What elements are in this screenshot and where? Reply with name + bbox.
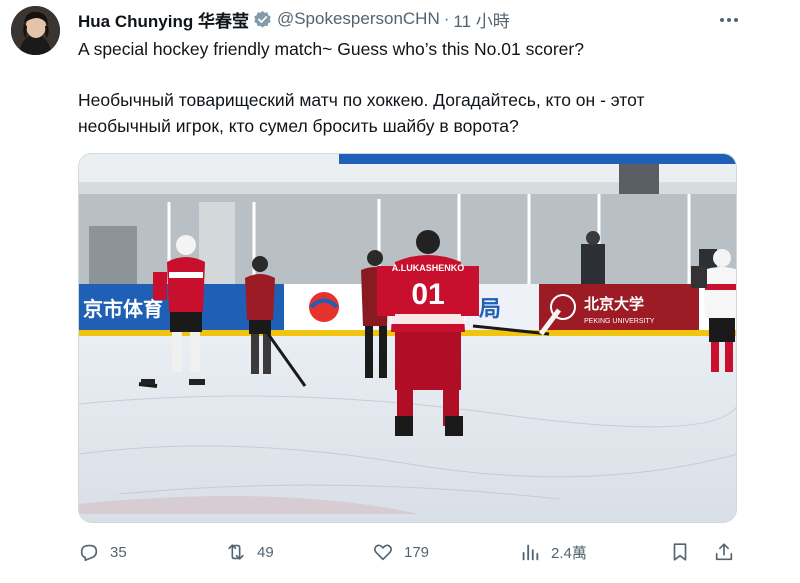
board-sign-right: 局: [479, 296, 501, 321]
like-count: 179: [404, 543, 430, 561]
tweet-text-russian-line2: необычный игрок, кто сумел бросить шайбу…: [78, 116, 519, 136]
tweet-text-russian-line1: Необычный товарищеский матч по хоккею. Д…: [78, 90, 645, 110]
tweet-text-english: A special hockey friendly match~ Guess w…: [78, 39, 584, 59]
views-button[interactable]: 2.4萬: [519, 538, 587, 566]
heart-icon: [374, 544, 392, 561]
repost-count: 49: [257, 543, 274, 561]
tweet-header: Hua Chunying 华春莹 @SpokespersonCHN · 11 小…: [78, 7, 510, 31]
author-name[interactable]: Hua Chunying 华春莹: [78, 7, 249, 32]
share-icon: [715, 543, 733, 561]
repost-icon: [228, 544, 244, 560]
reply-count: 35: [110, 543, 127, 561]
verified-badge-icon: [254, 10, 271, 28]
more-options-icon[interactable]: [718, 10, 740, 30]
board-university-cn: 北京大学: [584, 295, 644, 313]
jersey-number: 01: [411, 278, 444, 311]
author-handle[interactable]: @SpokespersonCHN: [277, 9, 440, 29]
repost-button[interactable]: 49: [225, 538, 274, 566]
bookmark-button[interactable]: [669, 538, 691, 566]
like-button[interactable]: 179: [372, 538, 429, 566]
share-button[interactable]: [713, 538, 735, 566]
tweet-time[interactable]: 11 小時: [453, 7, 509, 32]
views-count: 2.4萬: [551, 544, 587, 562]
board-sign-left: 京市体育: [83, 297, 163, 321]
reply-icon: [80, 544, 98, 562]
jersey-name: A.LUKASHENKO: [392, 263, 465, 273]
reply-button[interactable]: 35: [78, 538, 127, 566]
tweet-card[interactable]: Hua Chunying 华春莹 @SpokespersonCHN · 11 小…: [0, 0, 800, 583]
separator-dot: ·: [443, 9, 450, 28]
bookmark-icon: [673, 543, 687, 561]
tweet-media-image[interactable]: 京市体育 局 北京大学 PEKING UNIVERSITY A.LUKASHEN…: [78, 153, 737, 523]
avatar[interactable]: [11, 6, 60, 55]
views-chart-icon: [522, 544, 539, 561]
board-university-en: PEKING UNIVERSITY: [584, 318, 655, 325]
tweet-actions: 35 49 179 2.4萬: [78, 538, 738, 566]
